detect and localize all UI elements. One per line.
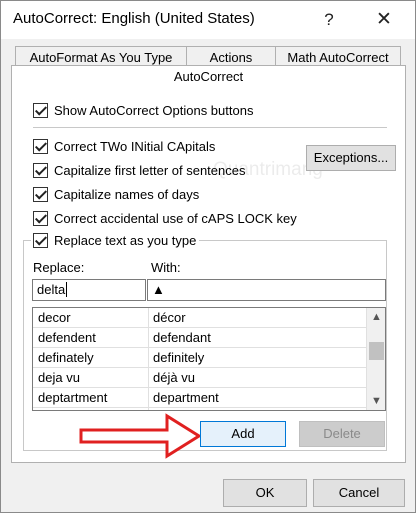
entry-replace: deptartment: [38, 390, 108, 405]
replace-input-value: delta: [37, 282, 66, 297]
entry-with: décor: [153, 310, 186, 325]
cancel-button[interactable]: Cancel: [313, 479, 405, 507]
checkbox-label: Replace text as you type: [54, 232, 197, 248]
show-autocorrect-options-checkbox[interactable]: Show AutoCorrect Options buttons: [33, 101, 253, 119]
with-input[interactable]: ▲: [147, 279, 386, 301]
capitalize-first-letter-checkbox[interactable]: Capitalize first letter of sentences: [33, 161, 245, 179]
group-border: [23, 240, 31, 241]
with-input-value: ▲: [152, 282, 165, 297]
exceptions-button[interactable]: Exceptions...: [306, 145, 396, 171]
capitalize-names-of-days-checkbox[interactable]: Capitalize names of days: [33, 185, 199, 203]
list-item[interactable]: deptartment department: [33, 388, 366, 408]
with-label: With:: [151, 260, 181, 275]
dialog-title: AutoCorrect: English (United States): [13, 10, 255, 27]
checkbox-checked-icon[interactable]: [33, 186, 48, 202]
entry-replace: definately: [38, 350, 94, 365]
group-border: [199, 240, 387, 241]
list-item[interactable]: deja vu déjà vu: [33, 368, 366, 388]
scroll-down-icon[interactable]: ▼: [367, 392, 385, 410]
checkbox-label: Capitalize first letter of sentences: [54, 162, 246, 178]
entry-with: department: [153, 390, 219, 405]
delete-button[interactable]: Delete: [299, 421, 385, 447]
entry-replace: decor: [38, 310, 71, 325]
ok-button[interactable]: OK: [223, 479, 307, 507]
entry-with: definitely: [153, 350, 205, 365]
checkbox-label: Correct accidental use of cAPS LOCK key: [54, 210, 297, 226]
checkbox-checked-icon[interactable]: [33, 210, 48, 226]
autocorrect-entries-list[interactable]: decor décor defendent defendant definate…: [32, 307, 386, 411]
checkbox-label: Capitalize names of days: [54, 186, 200, 202]
list-item[interactable]: defendent defendant: [33, 328, 366, 348]
entry-with: déjà vu: [153, 370, 195, 385]
group-border: [23, 240, 24, 450]
entry-replace: defendent: [38, 330, 96, 345]
correct-two-initial-capitals-checkbox[interactable]: Correct TWo INitial CApitals: [33, 137, 215, 155]
help-button[interactable]: ?: [314, 7, 344, 33]
annotation-arrow-icon: [79, 413, 202, 459]
checkbox-checked-icon[interactable]: [33, 138, 48, 154]
checkbox-checked-icon[interactable]: [33, 232, 48, 248]
add-button[interactable]: Add: [200, 421, 286, 447]
caps-lock-checkbox[interactable]: Correct accidental use of cAPS LOCK key: [33, 209, 297, 227]
list-scrollbar[interactable]: ▲ ▼: [366, 308, 385, 410]
autocorrect-dialog: AutoCorrect: English (United States) ? ✕…: [0, 0, 416, 513]
entry-replace: deja vu: [38, 370, 80, 385]
checkbox-label: Correct TWo INitial CApitals: [54, 138, 216, 154]
checkbox-checked-icon[interactable]: [33, 162, 48, 178]
scroll-thumb[interactable]: [369, 342, 384, 360]
checkbox-label: Show AutoCorrect Options buttons: [54, 102, 254, 118]
text-caret: [66, 282, 68, 297]
checkbox-checked-icon[interactable]: [33, 102, 48, 118]
replace-text-as-you-type-checkbox[interactable]: Replace text as you type: [33, 231, 196, 249]
replace-label: Replace:: [33, 260, 85, 275]
list-item[interactable]: definately definitely: [33, 348, 366, 368]
separator: [33, 127, 387, 128]
group-border: [23, 450, 387, 451]
entry-with: defendant: [153, 330, 211, 345]
group-border: [386, 240, 387, 450]
close-button[interactable]: ✕: [369, 7, 399, 33]
title-bar: AutoCorrect: English (United States) ? ✕: [1, 1, 415, 39]
tab-autocorrect[interactable]: AutoCorrect: [11, 65, 406, 91]
replace-input[interactable]: delta: [32, 279, 146, 301]
scroll-up-icon[interactable]: ▲: [367, 308, 385, 326]
list-item[interactable]: decor décor: [33, 308, 366, 328]
